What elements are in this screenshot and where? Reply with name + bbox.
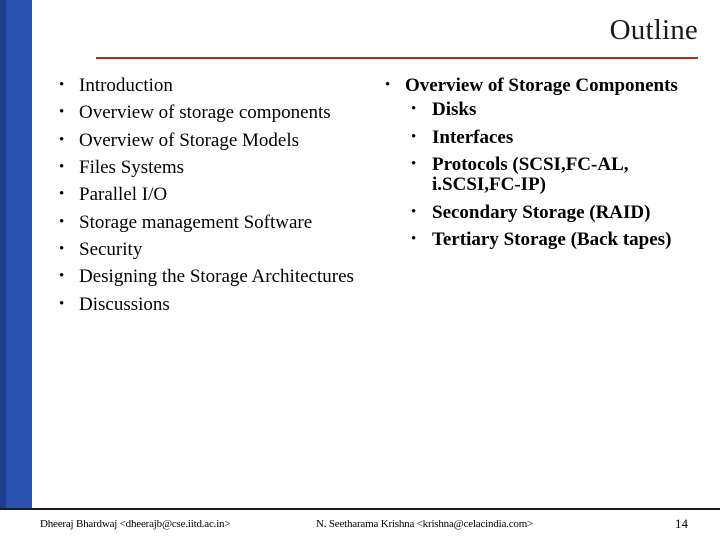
list-item: • Overview of storage components <box>54 103 384 123</box>
bullet-icon: • <box>59 158 65 175</box>
list-item-label: Discussions <box>79 293 170 315</box>
footer-author-left: Dheeraj Bhardwaj <dheerajb@cse.iitd.ac.i… <box>40 518 231 530</box>
list-item: • Interfaces <box>405 126 700 148</box>
list-item: • Tertiary Storage (Back tapes) <box>405 228 700 250</box>
sidebar-decoration-inner <box>6 0 32 508</box>
bullet-icon: • <box>385 77 391 93</box>
list-item-label: Protocols (SCSI,FC-AL, i.SCSI,FC-IP) <box>432 153 629 196</box>
bullet-icon: • <box>59 186 65 203</box>
bullet-icon: • <box>411 230 417 247</box>
list-item-label: Tertiary Storage (Back tapes) <box>432 228 672 250</box>
list-item: • Introduction <box>54 75 384 96</box>
title-underline-rule <box>96 57 698 59</box>
footer-author-center: N. Seetharama Krishna <krishna@celacindi… <box>316 518 534 530</box>
list-item: • Parallel I/O <box>54 185 384 205</box>
list-item: • Disks <box>405 100 700 120</box>
outline-column-left: • Introduction • Overview of storage com… <box>54 75 384 322</box>
page-title: Outline <box>609 14 698 46</box>
list-item-label: Interfaces <box>432 126 514 148</box>
outline-sublist: • Disks • Interfaces • Protocols (SCSI,F… <box>405 100 700 250</box>
bullet-icon: • <box>411 128 417 145</box>
list-item-label: Overview of Storage Models <box>79 129 300 151</box>
list-item: • Storage management Software <box>54 211 384 233</box>
bullet-icon: • <box>59 295 65 312</box>
list-item: • Overview of Storage Models <box>54 129 384 151</box>
list-item-label: Disks <box>432 99 477 121</box>
list-item: • Discussions <box>54 293 384 315</box>
list-item: • Overview of Storage Components • Disks… <box>380 75 700 250</box>
list-item: • Files Systems <box>54 156 384 178</box>
list-item-label: Designing the Storage Architectures <box>79 266 354 288</box>
list-item-label: Overview of storage components <box>79 102 331 124</box>
list-item: • Designing the Storage Architectures <box>54 267 384 287</box>
outline-column-right: • Overview of Storage Components • Disks… <box>380 75 700 257</box>
footer: Dheeraj Bhardwaj <dheerajb@cse.iitd.ac.i… <box>0 510 720 540</box>
list-item: • Protocols (SCSI,FC-AL, i.SCSI,FC-IP) <box>405 153 700 196</box>
bullet-icon: • <box>59 213 65 230</box>
list-item-label: Parallel I/O <box>79 184 168 206</box>
list-item-label: Introduction <box>79 75 173 96</box>
bullet-icon: • <box>59 240 65 257</box>
slide: Outline • Introduction • Overview of sto… <box>0 0 720 540</box>
list-item: • Secondary Storage (RAID) <box>405 201 700 223</box>
list-item: • Security <box>54 238 384 260</box>
bullet-icon: • <box>59 131 65 148</box>
bullet-icon: • <box>411 101 417 118</box>
page-number: 14 <box>675 516 688 531</box>
bullet-icon: • <box>411 155 417 172</box>
bullet-icon: • <box>59 268 65 285</box>
bullet-icon: • <box>59 77 65 93</box>
outline-list-left: • Introduction • Overview of storage com… <box>54 75 384 315</box>
sidebar-decoration-gap <box>32 0 38 508</box>
list-item-label: Security <box>79 238 143 260</box>
outline-list-right: • Overview of Storage Components • Disks… <box>380 75 700 250</box>
list-item-label: Files Systems <box>79 156 185 178</box>
list-item-label: Secondary Storage (RAID) <box>432 201 651 223</box>
list-item-label: Storage management Software <box>79 211 313 233</box>
list-item-label: Overview of Storage Components <box>405 75 678 96</box>
bullet-icon: • <box>59 104 65 121</box>
bullet-icon: • <box>411 203 417 220</box>
